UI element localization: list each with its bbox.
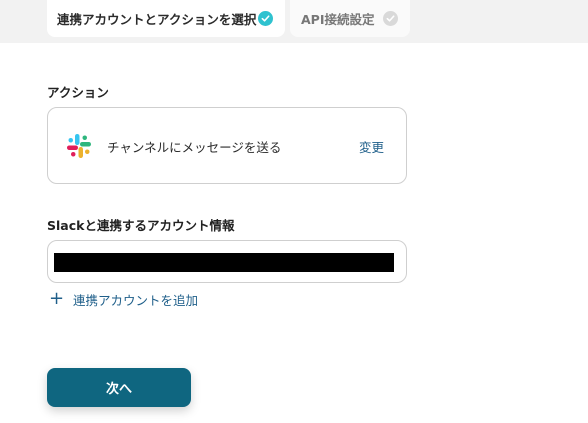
tab-label: 連携アカウントとアクションを選択 — [57, 12, 257, 27]
tab-select-account-action[interactable]: 連携アカウントとアクションを選択 — [47, 0, 285, 37]
step-tabs-bar: 連携アカウントとアクションを選択 API接続設定 — [0, 0, 588, 43]
check-circle-icon — [258, 11, 273, 26]
tab-api-settings[interactable]: API接続設定 — [290, 0, 410, 37]
action-name: チャンネルにメッセージを送る — [107, 140, 282, 155]
account-section-label: Slackと連携するアカウント情報 — [47, 218, 235, 233]
account-select[interactable] — [47, 240, 407, 283]
tab-label: API接続設定 — [301, 12, 375, 27]
action-card: チャンネルにメッセージを送る 変更 — [47, 107, 407, 184]
action-section-label: アクション — [47, 85, 109, 100]
add-account-link[interactable]: + 連携アカウントを追加 — [49, 290, 198, 308]
redacted-account-value — [54, 253, 394, 272]
slack-icon — [67, 134, 91, 158]
plus-icon: + — [49, 288, 65, 309]
next-button[interactable]: 次へ — [47, 368, 191, 407]
add-account-label: 連携アカウントを追加 — [73, 292, 199, 308]
check-circle-icon — [383, 11, 398, 26]
change-action-link[interactable]: 変更 — [359, 137, 384, 156]
